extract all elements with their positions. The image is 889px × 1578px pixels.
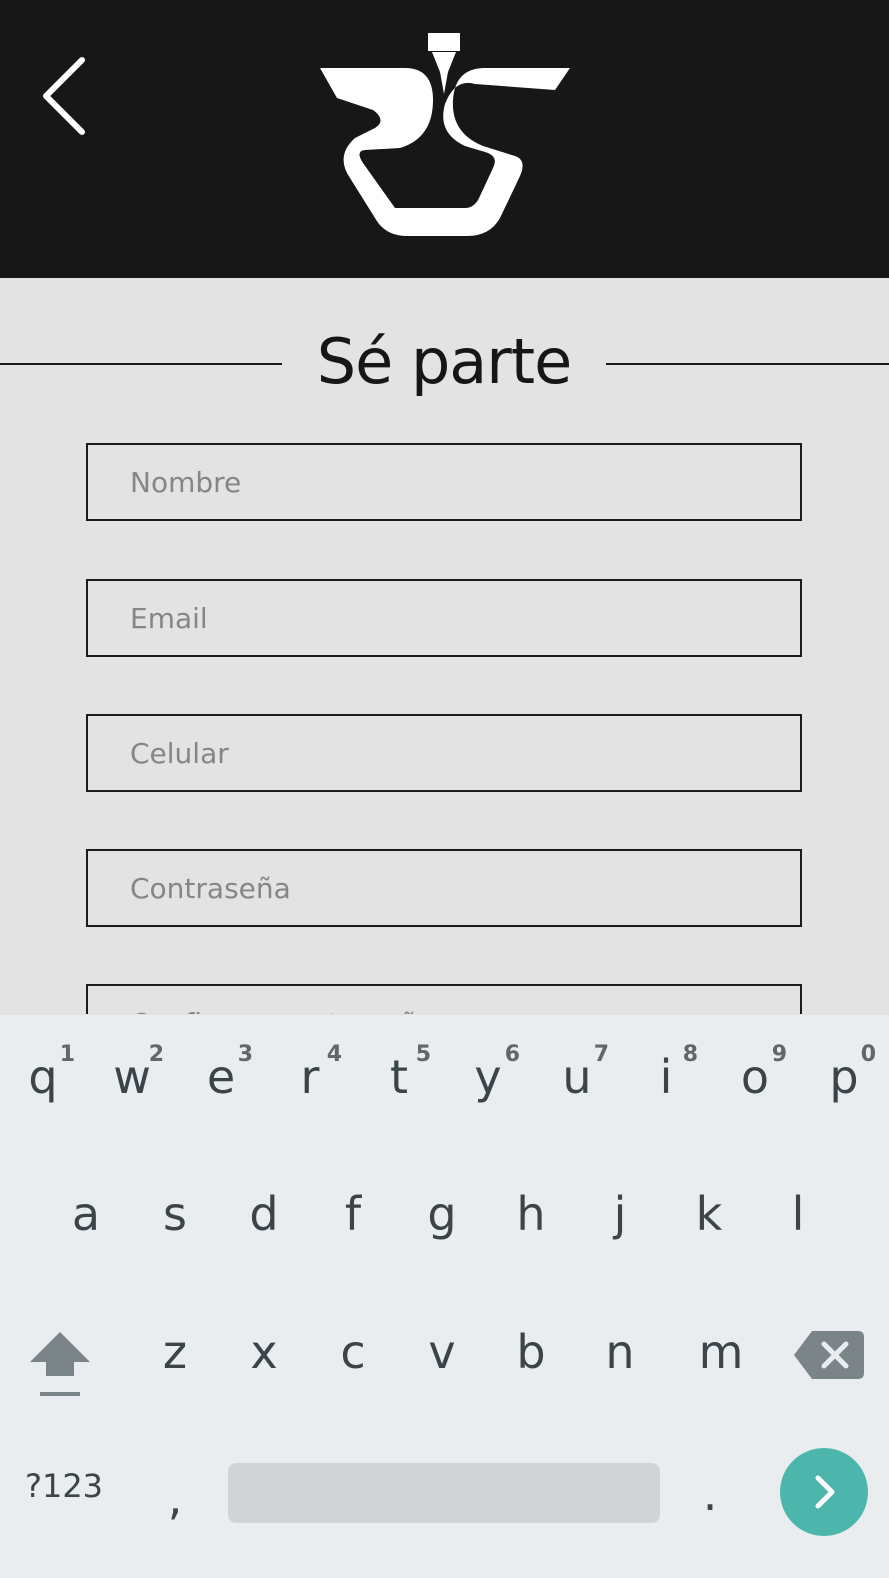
key-g[interactable]: g bbox=[414, 1187, 470, 1241]
key-m[interactable]: m bbox=[681, 1325, 761, 1379]
brand-logo bbox=[320, 33, 570, 236]
divider-right bbox=[606, 363, 889, 365]
key-r[interactable]: r4 bbox=[282, 1042, 342, 1104]
key-q[interactable]: q1 bbox=[15, 1042, 75, 1104]
app-header bbox=[0, 0, 889, 278]
celular-field[interactable] bbox=[86, 714, 802, 792]
key-h[interactable]: h bbox=[503, 1187, 559, 1241]
enter-button[interactable] bbox=[780, 1448, 868, 1536]
spacebar[interactable] bbox=[228, 1463, 660, 1523]
key-k[interactable]: k bbox=[681, 1187, 737, 1241]
chevron-left-icon bbox=[43, 57, 85, 135]
key-b[interactable]: b bbox=[503, 1325, 559, 1379]
celular-input[interactable] bbox=[88, 716, 800, 790]
key-s[interactable]: s bbox=[147, 1187, 203, 1241]
section-title-row: Sé parte bbox=[0, 318, 889, 408]
key-t[interactable]: t5 bbox=[371, 1042, 431, 1104]
shift-icon bbox=[30, 1332, 90, 1396]
key-z[interactable]: z bbox=[147, 1325, 203, 1379]
key-p[interactable]: p0 bbox=[816, 1042, 876, 1104]
key-x[interactable]: x bbox=[236, 1325, 292, 1379]
key-y[interactable]: y6 bbox=[460, 1042, 520, 1104]
key-e[interactable]: e3 bbox=[193, 1042, 253, 1104]
key-v[interactable]: v bbox=[414, 1325, 470, 1379]
key-u[interactable]: u7 bbox=[549, 1042, 609, 1104]
shift-key[interactable] bbox=[20, 1320, 100, 1400]
symbols-key[interactable]: ?123 bbox=[16, 1467, 112, 1505]
contrasena-input[interactable] bbox=[88, 851, 800, 925]
comma-key[interactable]: , bbox=[150, 1471, 200, 1525]
backspace-key[interactable] bbox=[790, 1325, 870, 1385]
key-o[interactable]: o9 bbox=[727, 1042, 787, 1104]
nombre-field[interactable] bbox=[86, 443, 802, 521]
email-input[interactable] bbox=[88, 581, 800, 655]
key-n[interactable]: n bbox=[592, 1325, 648, 1379]
email-field[interactable] bbox=[86, 579, 802, 657]
key-c[interactable]: c bbox=[325, 1325, 381, 1379]
key-j[interactable]: j bbox=[592, 1187, 648, 1241]
divider-left bbox=[0, 363, 282, 365]
page-title: Sé parte bbox=[316, 325, 573, 398]
key-f[interactable]: f bbox=[325, 1187, 381, 1241]
back-button[interactable] bbox=[30, 50, 100, 145]
key-d[interactable]: d bbox=[236, 1187, 292, 1241]
key-a[interactable]: a bbox=[58, 1187, 114, 1241]
key-i[interactable]: i8 bbox=[638, 1042, 698, 1104]
chevron-right-icon bbox=[815, 1475, 835, 1509]
nombre-input[interactable] bbox=[88, 445, 800, 519]
backspace-icon bbox=[794, 1331, 864, 1379]
key-l[interactable]: l bbox=[770, 1187, 826, 1241]
key-w[interactable]: w2 bbox=[104, 1042, 164, 1104]
contrasena-field[interactable] bbox=[86, 849, 802, 927]
period-key[interactable]: . bbox=[685, 1467, 735, 1521]
